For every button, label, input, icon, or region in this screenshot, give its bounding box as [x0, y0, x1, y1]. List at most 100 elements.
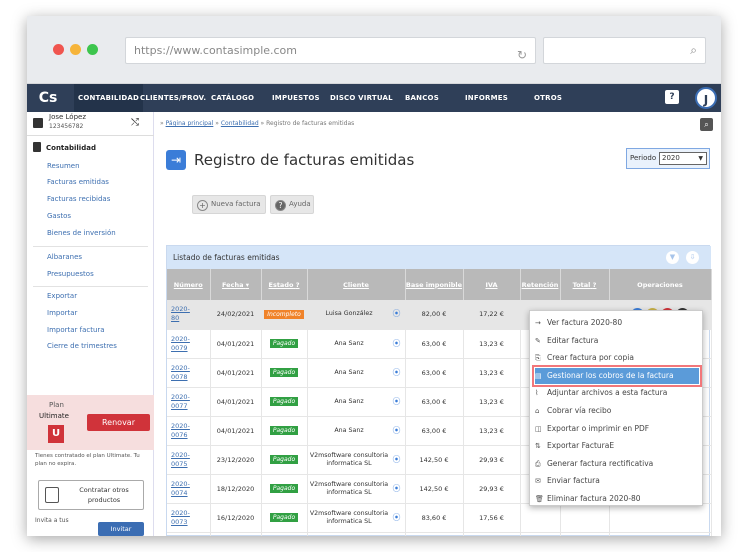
breadcrumb-home[interactable]: Página principal — [166, 120, 214, 127]
table-row[interactable]: 2020-007215/12/2020PagadoV2msoftware con… — [167, 532, 712, 536]
chart-icon[interactable]: ⦿ — [393, 513, 401, 522]
menu-item[interactable]: ⇅ Exportar FacturaE — [535, 438, 699, 454]
col-estado[interactable]: Estado ? — [261, 269, 308, 300]
nav-catalogo[interactable]: CATÁLOGO — [211, 84, 254, 112]
chart-icon[interactable]: ⦿ — [393, 397, 401, 406]
plan-note: Tienes contratado el plan Ultimate. Tu p… — [35, 453, 140, 467]
invoice-client: Ana Sanz ⦿ — [307, 416, 406, 446]
contract-products-button[interactable]: Contratar otros productos — [38, 480, 144, 510]
minimize-window-button[interactable] — [70, 44, 81, 55]
chart-icon[interactable]: ⦿ — [393, 368, 401, 377]
nav-impuestos[interactable]: IMPUESTOS — [272, 84, 320, 112]
sidebar-item-facturas-emitidas[interactable]: Facturas emitidas — [47, 178, 109, 186]
nav-clientes[interactable]: CLIENTES/PROV. — [140, 84, 206, 112]
col-fecha[interactable]: Fecha ▾ — [210, 269, 262, 300]
chart-icon[interactable]: ⦿ — [393, 484, 401, 493]
menu-item[interactable]: → Ver factura 2020-80 — [535, 315, 699, 331]
maximize-window-button[interactable] — [87, 44, 98, 55]
invoice-number-link[interactable]: 2020- 0075 — [167, 445, 211, 475]
invoice-number-link[interactable]: 2020- 0074 — [167, 474, 211, 504]
invoice-client: V2msoftware consultoria informatica SL⦿ — [307, 445, 406, 475]
col-iva[interactable]: IVA — [463, 269, 521, 300]
invoice-iva: 17,56 € — [463, 503, 521, 533]
invoice-number-link[interactable]: 2020- 0077 — [167, 387, 211, 417]
invoice-date: 04/01/2021 — [210, 329, 262, 359]
download-icon[interactable]: ⇩ — [686, 251, 699, 264]
help-icon[interactable]: ? — [665, 90, 679, 104]
sidebar-item-exportar[interactable]: Exportar — [47, 292, 77, 300]
sidebar-item-cierre-trimestres[interactable]: Cierre de trimestres — [47, 342, 117, 350]
invoice-number-link[interactable]: 2020- 0079 — [167, 329, 211, 359]
menu-item[interactable]: ✉ Enviar factura — [535, 473, 699, 489]
sidebar-item-facturas-recibidas[interactable]: Facturas recibidas — [47, 195, 110, 203]
col-cliente[interactable]: Cliente — [307, 269, 406, 300]
invoice-operations — [609, 503, 712, 533]
renew-button[interactable]: Renovar — [87, 414, 150, 431]
invoice-number-link[interactable]: 2020- 80 — [167, 300, 211, 330]
sidebar-item-resumen[interactable]: Resumen — [47, 162, 80, 170]
menu-item-label: Adjuntar archivos a esta factura — [547, 388, 668, 398]
chart-icon[interactable]: ⦿ — [393, 339, 401, 348]
invoice-number-link[interactable]: 2020- 0078 — [167, 358, 211, 388]
filter-icon[interactable]: ▼ — [666, 251, 679, 264]
sidebar-item-gastos[interactable]: Gastos — [47, 212, 71, 220]
col-total[interactable]: Total ? — [560, 269, 610, 300]
sidebar-item-importar-factura[interactable]: Importar factura — [47, 326, 105, 334]
menu-item[interactable]: ⎘ Crear factura por copia — [535, 350, 699, 366]
info-icon: ? — [295, 280, 300, 289]
chart-icon[interactable]: ⦿ — [393, 455, 401, 464]
menu-item-label: Enviar factura — [547, 476, 600, 486]
menu-item[interactable]: 🗑 Eliminar factura 2020-80 — [535, 491, 699, 507]
user-name: Jose López — [49, 113, 87, 121]
sidebar-item-importar[interactable]: Importar — [47, 309, 77, 317]
browser-search-field[interactable]: ⌕ — [543, 37, 706, 64]
invoice-iva: 29,93 € — [463, 474, 521, 504]
invoice-number-link[interactable]: 2020- 0076 — [167, 416, 211, 446]
address-bar[interactable]: https://www.contasimple.com ↻ — [125, 37, 536, 64]
invoice-client: Ana Sanz ⦿ — [307, 387, 406, 417]
chart-icon[interactable]: ⦿ — [393, 426, 401, 435]
breadcrumb-contabilidad[interactable]: Contabilidad — [221, 120, 259, 127]
help-button[interactable]: ? Ayuda — [270, 195, 314, 214]
table-row[interactable]: 2020- 0073 16/12/2020 Pagado V2msoftware con… — [167, 503, 712, 533]
table-header-row: Número Fecha ▾ Estado ? Cliente Base imp… — [167, 269, 712, 300]
col-numero[interactable]: Número — [167, 269, 211, 300]
invoice-number-link[interactable]: 2020- 0073 — [167, 503, 211, 533]
menu-item[interactable]: ◫ Exportar o imprimir en PDF — [535, 421, 699, 437]
invoice-iva: 13,23 € — [463, 358, 521, 388]
invoice-iva: 13,23 € — [463, 416, 521, 446]
collapse-icon[interactable]: ⤭ — [131, 117, 139, 128]
search-icon[interactable]: ⌕ — [700, 118, 713, 131]
col-base[interactable]: Base imponible — [405, 269, 464, 300]
reload-icon[interactable]: ↻ — [517, 43, 527, 68]
period-select[interactable]: 2020 ▼ — [659, 152, 707, 165]
document-icon — [33, 142, 41, 152]
help-icon: ? — [275, 200, 286, 211]
nav-disco-virtual[interactable]: DISCO VIRTUAL — [330, 84, 393, 112]
chart-icon[interactable]: ⦿ — [393, 310, 401, 318]
invoice-date: 23/12/2020 — [210, 445, 262, 475]
close-window-button[interactable] — [53, 44, 64, 55]
menu-item-label: Generar factura rectificativa — [547, 458, 654, 468]
sort-icon: ▾ — [245, 280, 249, 289]
menu-item[interactable]: ⎙ Generar factura rectificativa — [535, 456, 699, 472]
menu-item[interactable]: ✎ Editar factura — [535, 333, 699, 349]
col-retencion[interactable]: Retención — [520, 269, 561, 300]
invite-button[interactable]: Invitar — [98, 522, 144, 536]
menu-item[interactable]: ▤ Gestionar los cobros de la factura — [532, 364, 702, 387]
status-badge: Pagado — [269, 513, 299, 522]
nav-bancos[interactable]: BANCOS — [405, 84, 439, 112]
app-logo[interactable]: Cs — [33, 87, 63, 109]
invoice-number-link[interactable]: 2020-0072 — [167, 532, 211, 536]
menu-item[interactable]: ⌂ Cobrar vía recibo — [535, 403, 699, 419]
sidebar-item-albaranes[interactable]: Albaranes — [47, 253, 82, 261]
nav-informes[interactable]: INFORMES — [465, 84, 508, 112]
sidebar-item-presupuestos[interactable]: Presupuestos — [47, 270, 94, 278]
new-invoice-button[interactable]: + Nueva factura — [192, 195, 266, 214]
nav-otros[interactable]: OTROS — [534, 84, 562, 112]
menu-item[interactable]: ⌇ Adjuntar archivos a esta factura — [535, 385, 699, 401]
nav-contabilidad[interactable]: CONTABILIDAD — [74, 84, 144, 112]
sidebar-item-bienes-inversion[interactable]: Bienes de inversión — [47, 229, 116, 237]
avatar[interactable]: J — [695, 87, 717, 109]
top-navigation: Cs CONTABILIDAD CLIENTES/PROV. CATÁLOGO … — [27, 84, 721, 112]
